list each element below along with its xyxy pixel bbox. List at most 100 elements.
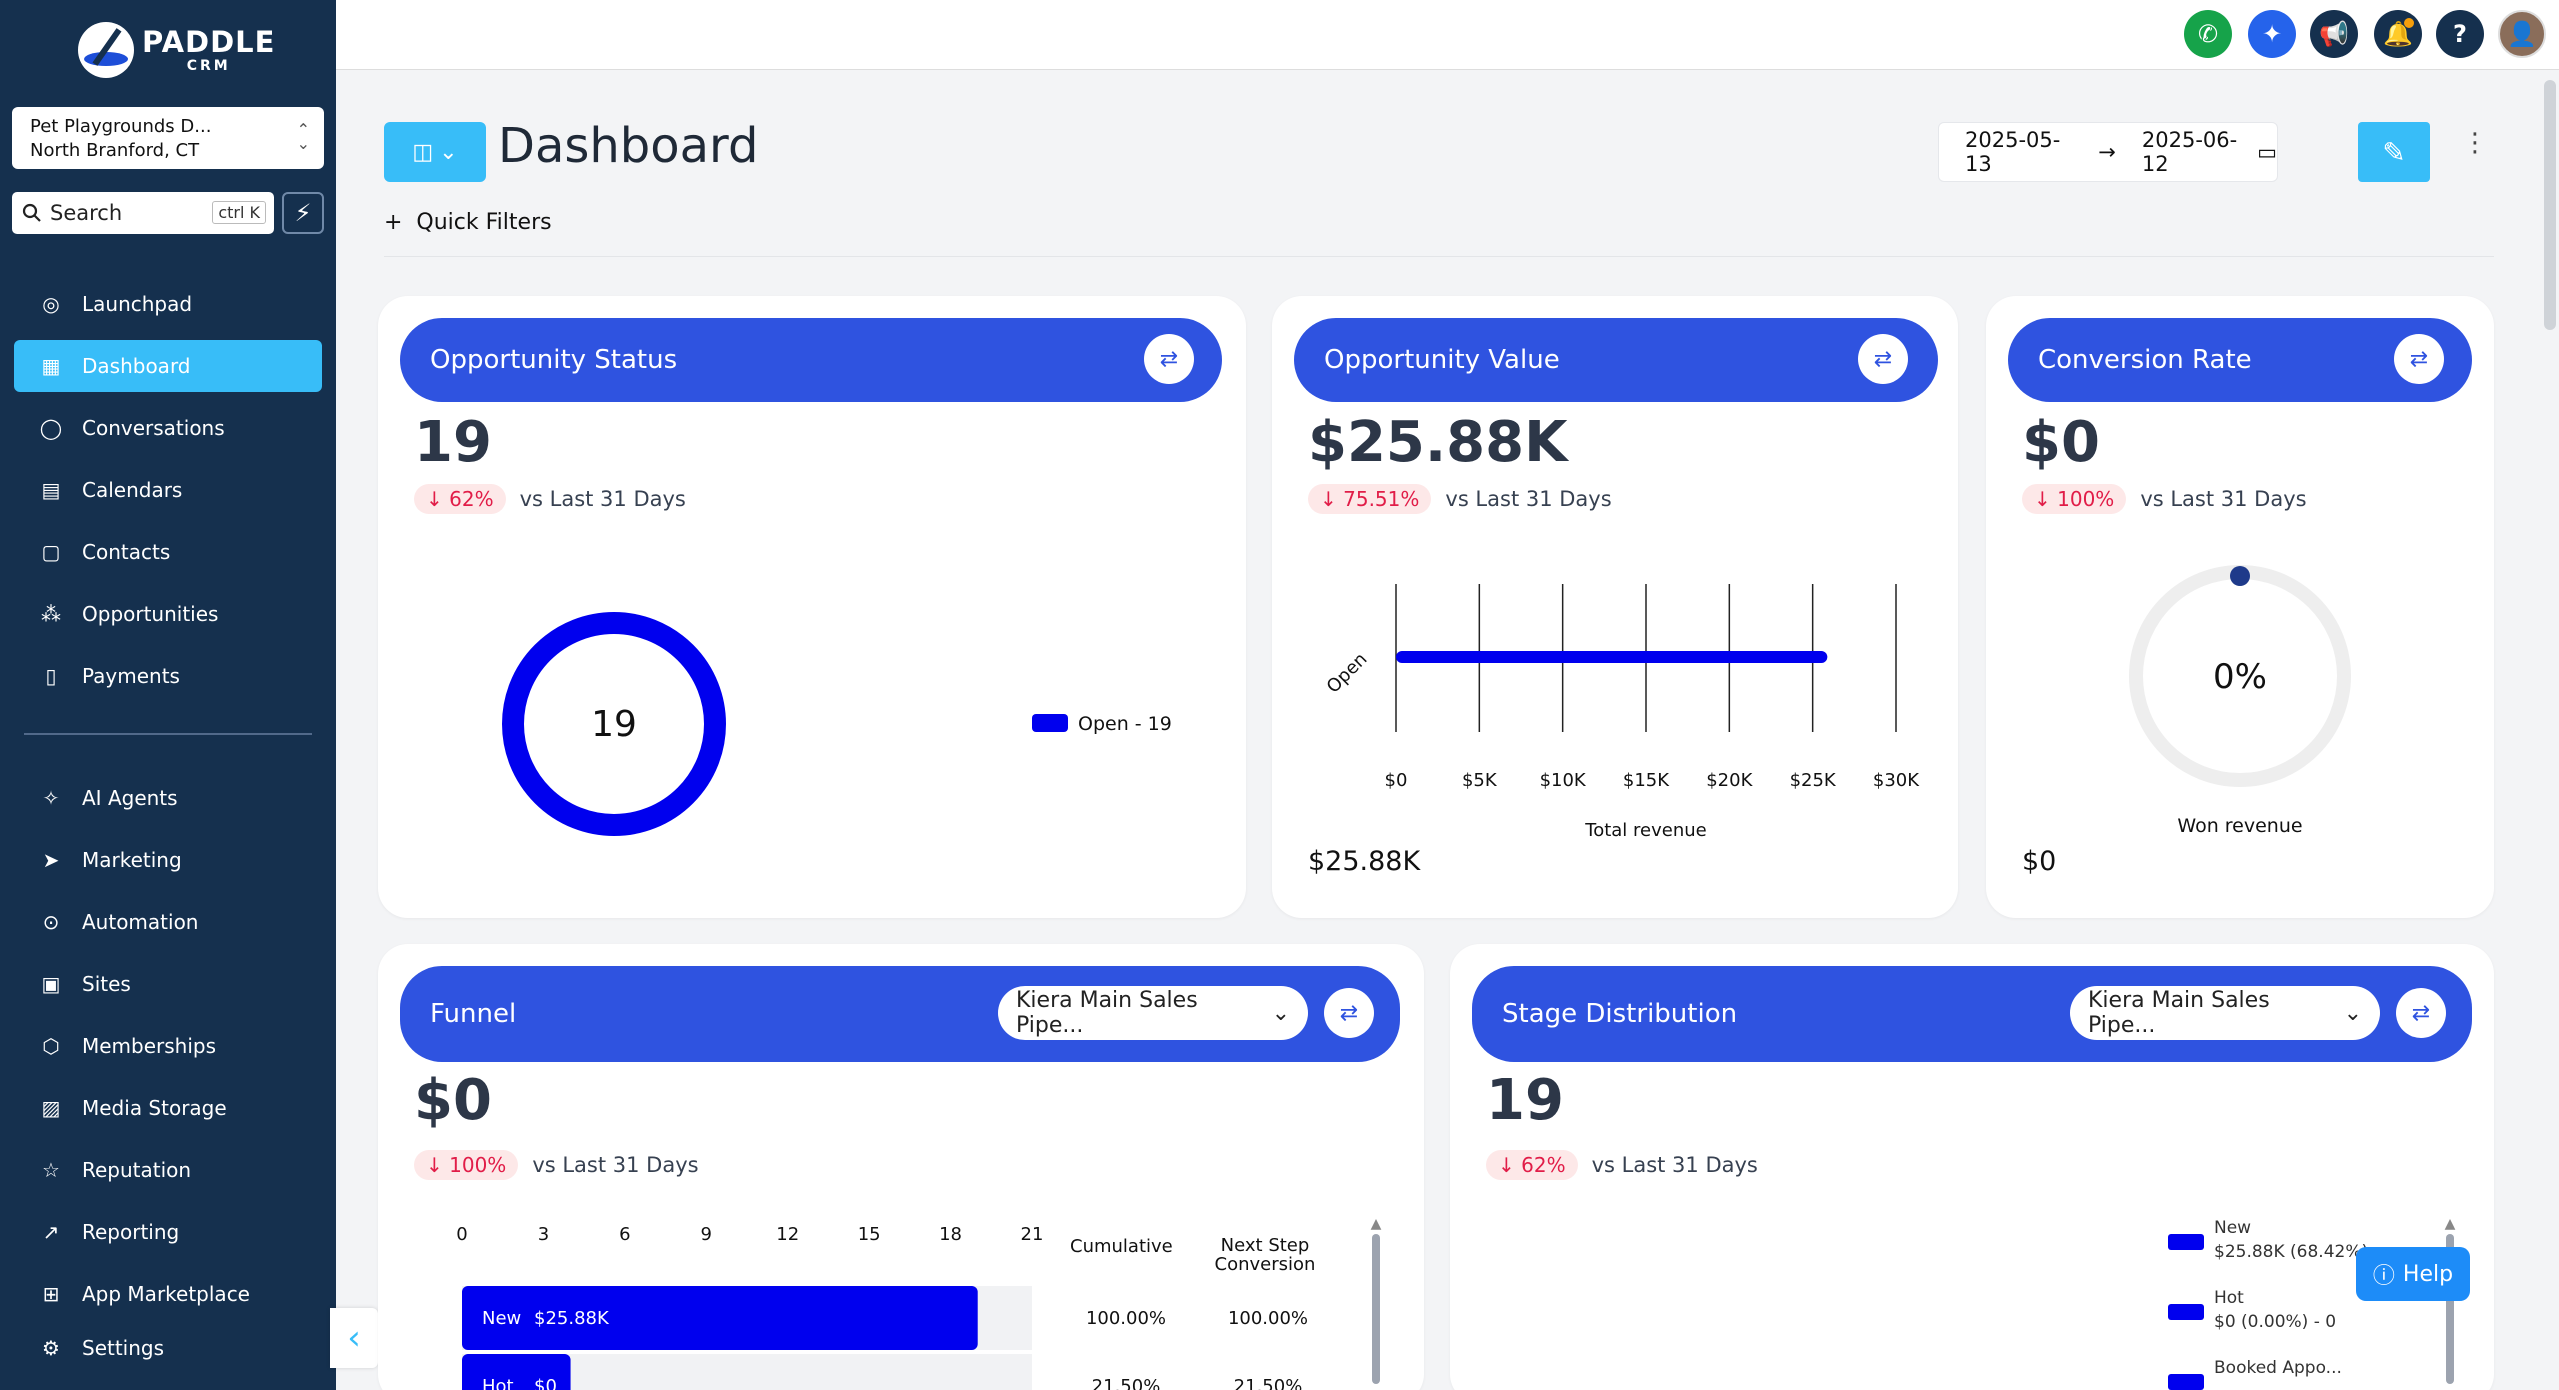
funnel-x-tick: 15 (858, 1224, 881, 1245)
search-label: Search (50, 201, 123, 225)
filter-icon: ⇄ (2411, 1000, 2431, 1026)
card-filter-button[interactable]: ⇄ (2396, 988, 2446, 1038)
sidebar-item-memberships[interactable]: ⬡ Memberships (14, 1020, 322, 1072)
sidebar-item-label: Dashboard (82, 354, 191, 378)
delta-compare: vs Last 31 Days (1591, 1153, 1758, 1177)
announcements-button[interactable]: 📢 (2310, 10, 2358, 58)
kebab-icon: ⋮ (2462, 128, 2488, 158)
logo-subtext: CRM (186, 57, 231, 74)
paddle-logo-icon (78, 22, 134, 78)
help-button[interactable]: ? (2436, 10, 2484, 58)
stage-scrollbar[interactable]: ▲ (2444, 1216, 2456, 1390)
scroll-up-icon: ▲ (2444, 1216, 2456, 1232)
stage-distribution-card: Stage Distribution Kiera Main Sales Pipe… (1450, 944, 2494, 1390)
layout-switcher-button[interactable]: ◫ ⌄ (384, 122, 486, 182)
opportunity-status-card: Opportunity Status ⇄ 19 ↓ 62% vs Last 31… (378, 296, 1246, 918)
location-switcher[interactable]: Pet Playgrounds D... North Branford, CT … (12, 107, 324, 169)
funnel-scrollbar[interactable]: ▲ (1370, 1216, 1382, 1390)
value-x-tick: $0 (1385, 770, 1408, 791)
automation-icon: ⊙ (42, 910, 60, 934)
page-scrollbar[interactable] (2544, 80, 2556, 330)
sidebar-item-automation[interactable]: ⊙ Automation (14, 896, 322, 948)
value-x-tick: $20K (1706, 770, 1753, 791)
topbar: ✆ ✦ 📢 🔔 ? 👤 (336, 0, 2559, 70)
value-bar-chart: $0 $5K $10K $15K $20K $25K $30K Open Total reven… (1323, 584, 1920, 841)
notifications-button[interactable]: 🔔 (2374, 10, 2422, 58)
chat-icon: ◯ (39, 416, 63, 440)
value-x-tick: $15K (1623, 770, 1670, 791)
legend-name[interactable]: Hot (2214, 1288, 2244, 1308)
search-input[interactable]: Search ctrl K (12, 192, 274, 234)
sidebar-item-ai-agents[interactable]: ✧ AI Agents (14, 772, 322, 824)
question-circle-icon: ⓘ (2372, 1264, 2395, 1289)
sidebar-item-dashboard[interactable]: ▦ Dashboard (14, 340, 322, 392)
paddle-crm-logo[interactable]: PADDLE CRM (78, 22, 275, 78)
calendar-icon: ▭ (2257, 140, 2277, 164)
edit-dashboard-button[interactable]: ✎ (2358, 122, 2430, 182)
sidebar-item-label: Settings (82, 1336, 165, 1360)
trend-icon: ↗ (42, 1220, 60, 1244)
rocket-icon: ◎ (42, 292, 60, 316)
header-divider (384, 256, 2494, 257)
apps-icon: ⊞ (42, 1282, 60, 1306)
phone-icon: ✆ (2197, 20, 2219, 48)
conversion-rate-card: Conversion Rate ⇄ $0 ↓ 100% vs Last 31 D… (1986, 296, 2494, 918)
pencil-icon: ✎ (2382, 135, 2406, 169)
legend-name[interactable]: Booked Appo... (2214, 1358, 2342, 1378)
quick-action-button[interactable]: ⚡ (282, 192, 324, 234)
legend-label-open[interactable]: Open - 19 (1078, 713, 1172, 735)
funnel-x-tick: 3 (538, 1224, 549, 1245)
legend-swatch (2168, 1304, 2204, 1320)
sidebar-item-reporting[interactable]: ↗ Reporting (14, 1206, 322, 1258)
sidebar-item-contacts[interactable]: ▢ Contacts (14, 526, 322, 578)
contacts-icon: ▢ (41, 540, 61, 564)
plus-icon: + (384, 210, 417, 235)
funnel-bar-value: $0 (534, 1376, 557, 1390)
user-avatar[interactable]: 👤 (2498, 10, 2546, 58)
arrow-right-icon: → (2098, 140, 2116, 164)
gauge-center-label: 0% (2213, 657, 2267, 697)
sidebar-item-launchpad[interactable]: ◎ Launchpad (14, 278, 322, 330)
scroll-thumb[interactable] (1372, 1234, 1380, 1384)
pipeline-select[interactable]: Kiera Main Sales Pipe... ⌄ (2070, 986, 2380, 1040)
card-delta: ↓ 62% vs Last 31 Days (1486, 1150, 1758, 1180)
phone-button[interactable]: ✆ (2184, 10, 2232, 58)
delta-value: 62% (1521, 1153, 1566, 1177)
value-y-tick: Open (1323, 649, 1372, 698)
sidebar-item-conversations[interactable]: ◯ Conversations (14, 402, 322, 454)
date-range-picker[interactable]: 2025-05-13 → 2025-06-12 ▭ (1938, 122, 2278, 182)
ai-assistant-button[interactable]: ✦ (2248, 10, 2296, 58)
value-bar-open[interactable] (1396, 651, 1828, 663)
funnel-bar-category: Hot (482, 1376, 514, 1390)
sidebar-item-label: Launchpad (82, 292, 193, 316)
sidebar-item-label: App Marketplace (82, 1282, 250, 1306)
sidebar-item-settings[interactable]: ⚙ Settings (14, 1322, 322, 1374)
sidebar-item-payments[interactable]: ▯ Payments (14, 650, 322, 702)
sidebar-item-media-storage[interactable]: ▨ Media Storage (14, 1082, 322, 1134)
sidebar-item-opportunities[interactable]: ⁂ Opportunities (14, 588, 322, 640)
funnel-next_step-value: 21.50% (1234, 1376, 1303, 1390)
status-donut-chart: 19 Open - 19 (502, 612, 1172, 836)
more-options-button[interactable]: ⋮ (2462, 128, 2488, 158)
value-x-tick: $5K (1462, 770, 1498, 791)
date-start: 2025-05-13 (1965, 128, 2061, 176)
grid-icon: ▦ (41, 354, 61, 378)
payments-icon: ▯ (45, 664, 57, 688)
collapse-sidebar-button[interactable]: ‹ (330, 1308, 378, 1368)
legend-name[interactable]: New (2214, 1218, 2251, 1238)
sidebar-item-app-marketplace[interactable]: ⊞ App Marketplace (14, 1268, 322, 1320)
help-widget-button[interactable]: ⓘ Help (2356, 1247, 2470, 1301)
sidebar-item-marketing[interactable]: ➤ Marketing (14, 834, 322, 886)
scroll-up-icon: ▲ (1370, 1216, 1382, 1232)
funnel-bar-category: New (482, 1308, 521, 1329)
sidebar-item-reputation[interactable]: ☆ Reputation (14, 1144, 322, 1196)
quick-filters-button[interactable]: + Quick Filters (384, 210, 552, 235)
opportunity-value-card: Opportunity Value ⇄ $25.88K ↓ 75.51% vs … (1272, 296, 1958, 918)
sidebar-item-label: Calendars (82, 478, 183, 502)
sidebar: PADDLE CRM Pet Playgrounds D... North Br… (0, 0, 336, 1390)
sidebar-item-sites[interactable]: ▣ Sites (14, 958, 322, 1010)
funnel-col-cumulative: Cumulative (1070, 1236, 1173, 1257)
sidebar-item-calendars[interactable]: ▤ Calendars (14, 464, 322, 516)
donut-center-label: 19 (591, 704, 637, 745)
funnel-x-tick: 0 (456, 1224, 467, 1245)
